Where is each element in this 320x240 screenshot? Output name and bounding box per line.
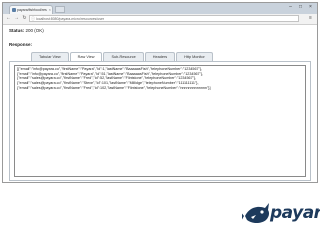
status-label: Status:: [9, 28, 25, 33]
payara-logo: payara: [242, 198, 320, 228]
forward-button[interactable]: →: [13, 15, 20, 22]
close-window-button[interactable]: ×: [307, 4, 314, 11]
address-bar[interactable]: ⓘ localhost:8080/payara-micro/resources/…: [29, 15, 299, 22]
tab-sub-resource[interactable]: Sub-Resource: [103, 52, 144, 61]
tab-http-monitor[interactable]: Http Monitor: [176, 52, 213, 61]
maximize-button[interactable]: □: [297, 4, 304, 11]
minimize-button[interactable]: –: [287, 4, 294, 11]
raw-response-line: {"email":"sales@payara.co","firstName":"…: [17, 85, 211, 90]
window-controls: – □ ×: [287, 4, 314, 11]
browser-tab-title: payara/fishfood/res: [17, 8, 47, 12]
logo-wordmark: payara: [270, 203, 320, 223]
response-label: Response:: [9, 42, 33, 47]
tab-tabular-view[interactable]: Tabular View: [31, 52, 69, 61]
favicon-icon: [12, 8, 16, 12]
reload-button[interactable]: ↻: [21, 15, 28, 22]
status-value: 200 (OK): [25, 28, 44, 33]
page-info-icon[interactable]: ⓘ: [31, 16, 35, 21]
browser-menu-button[interactable]: ≡: [307, 15, 314, 22]
raw-response-textarea[interactable]: [{"email":"info@payara.co","firstName":"…: [14, 65, 306, 177]
browser-window: payara/fishfood/res × – □ × ← → ↻ ⓘ loca…: [2, 2, 318, 183]
status-line: Status: 200 (OK): [9, 28, 44, 33]
address-bar-url: localhost:8080/payara-micro/resources/us…: [36, 17, 105, 21]
response-tabs: Tabular View Raw View Sub-Resource Heade…: [31, 52, 214, 61]
browser-toolbar: ← → ↻ ⓘ localhost:8080/payara-micro/reso…: [3, 14, 317, 25]
response-panel: [{"email":"info@payara.co","firstName":"…: [9, 61, 311, 181]
new-tab-button[interactable]: [55, 6, 65, 13]
tab-close-icon[interactable]: ×: [49, 6, 51, 14]
page-content: Status: 200 (OK) Response: Tabular View …: [3, 25, 317, 182]
back-button[interactable]: ←: [5, 15, 12, 22]
tab-raw-view[interactable]: Raw View: [69, 52, 103, 61]
browser-tab[interactable]: payara/fishfood/res ×: [9, 5, 53, 14]
tab-headers[interactable]: Headers: [144, 52, 176, 61]
fish-icon: [242, 203, 270, 223]
